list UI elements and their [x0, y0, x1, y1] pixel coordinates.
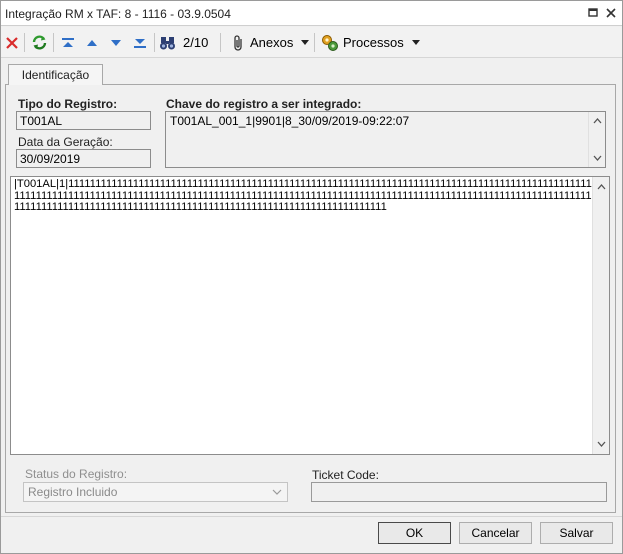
- toolbar: 2/10 Anexos Processos: [1, 27, 622, 58]
- toolbar-separator: [154, 33, 155, 52]
- toolbar-separator: [24, 33, 25, 52]
- tipo-registro-field[interactable]: T001AL: [16, 111, 151, 130]
- first-record-icon: [62, 37, 74, 47]
- first-record-button[interactable]: [60, 32, 76, 53]
- scroll-down-icon[interactable]: [593, 436, 609, 452]
- scroll-up-icon[interactable]: [593, 179, 609, 195]
- arrow-down-icon: [111, 39, 121, 46]
- last-record-icon: [134, 38, 146, 48]
- scroll-up-icon[interactable]: [589, 113, 605, 129]
- gears-icon: [322, 34, 338, 51]
- ok-button[interactable]: OK: [378, 522, 451, 544]
- chave-registro-value: T001AL_001_1|9901|8_30/09/2019-09:22:07: [170, 114, 410, 128]
- scroll-down-icon[interactable]: [589, 150, 605, 166]
- status-registro-value: Registro Incluido: [28, 485, 118, 499]
- record-position: 2/10: [183, 32, 208, 53]
- status-registro-select[interactable]: Registro Incluido: [23, 482, 288, 502]
- refresh-button[interactable]: [31, 32, 48, 53]
- data-geracao-field[interactable]: 30/09/2019: [16, 149, 151, 168]
- anexos-label: Anexos: [250, 35, 294, 50]
- tipo-registro-label: Tipo do Registro:: [18, 97, 118, 111]
- window-title: Integração RM x TAF: 8 - 1116 - 03.9.050…: [5, 7, 231, 21]
- cancel-button[interactable]: Cancelar: [459, 522, 532, 544]
- ticket-code-field[interactable]: [311, 482, 607, 502]
- title-bar: Integração RM x TAF: 8 - 1116 - 03.9.050…: [1, 1, 622, 26]
- toolbar-separator: [314, 33, 315, 52]
- status-registro-label: Status do Registro:: [25, 467, 128, 481]
- processos-label: Processos: [343, 35, 404, 50]
- delete-button[interactable]: [4, 32, 20, 53]
- chevron-down-icon: [272, 489, 282, 495]
- binoculars-icon: [160, 36, 175, 49]
- refresh-icon: [32, 35, 47, 50]
- save-button[interactable]: Salvar: [540, 522, 613, 544]
- tab-identificacao[interactable]: Identificação: [8, 64, 103, 85]
- data-geracao-label: Data da Geração:: [18, 135, 113, 149]
- record-position-text: 2/10: [183, 35, 209, 50]
- chave-registro-field[interactable]: T001AL_001_1|9901|8_30/09/2019-09:22:07: [165, 111, 606, 168]
- previous-record-button[interactable]: [84, 32, 100, 53]
- next-record-button[interactable]: [108, 32, 124, 53]
- processos-menu[interactable]: Processos: [321, 32, 420, 53]
- last-record-button[interactable]: [132, 32, 148, 53]
- record-content-textarea[interactable]: |T001AL|1|111111111111111111111111111111…: [10, 176, 610, 455]
- toolbar-separator: [220, 33, 221, 52]
- search-button[interactable]: [159, 32, 177, 53]
- chave-registro-label: Chave do registro a ser integrado:: [166, 97, 362, 111]
- delete-x-icon: [6, 36, 18, 49]
- dialog-window: Integração RM x TAF: 8 - 1116 - 03.9.050…: [0, 0, 623, 554]
- paperclip-icon: [234, 34, 242, 51]
- anexos-menu[interactable]: Anexos: [230, 32, 310, 53]
- record-content-text: |T001AL|1|111111111111111111111111111111…: [14, 178, 592, 213]
- arrow-up-icon: [87, 39, 97, 46]
- toolbar-separator: [53, 33, 54, 52]
- chave-scrollbar[interactable]: [588, 112, 605, 167]
- chevron-down-icon: [411, 40, 420, 45]
- record-content-scrollbar[interactable]: [592, 177, 609, 454]
- footer-divider: [1, 516, 622, 517]
- restore-icon[interactable]: [585, 5, 601, 21]
- ticket-code-label: Ticket Code:: [312, 468, 379, 482]
- chevron-down-icon: [301, 40, 310, 45]
- close-icon[interactable]: [603, 5, 619, 21]
